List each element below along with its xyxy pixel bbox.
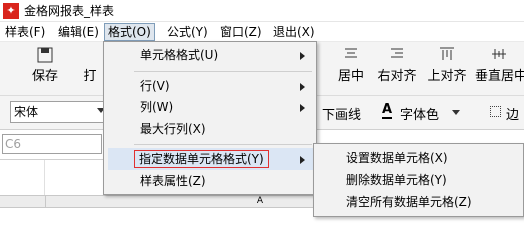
menu-item-label: 行(V)	[140, 79, 170, 93]
center-align-button[interactable]: 居中	[330, 42, 372, 94]
menu-item-delete-data-cell[interactable]: 删除数据单元格(Y)	[318, 169, 521, 191]
right-align-icon	[391, 48, 403, 58]
vertical-center-label: 垂直居中	[475, 69, 524, 84]
save-label: 保存	[31, 69, 58, 84]
vertical-center-icon	[491, 49, 506, 59]
menu-edit[interactable]: 编辑(E)	[55, 23, 102, 41]
save-icon	[37, 47, 53, 63]
top-align-icon	[440, 47, 454, 60]
chevron-right-icon	[300, 52, 305, 60]
menu-item-column[interactable]: 列(W)	[108, 96, 313, 118]
menu-item-max-rowcol[interactable]: 最大行列(X)	[108, 118, 313, 140]
font-select-value: 宋体	[14, 105, 39, 119]
menu-item-cell-format[interactable]: 单元格格式(U)	[108, 44, 313, 66]
format-menu-dropdown: 单元格格式(U) 行(V) 列(W) 最大行列(X) 指定数据单元格格式(Y) …	[103, 41, 317, 195]
menu-item-label: 指定数据单元格格式(Y)	[134, 150, 269, 168]
menu-item-clear-all-data-cells[interactable]: 清空所有数据单元格(Z)	[318, 191, 521, 213]
print-button[interactable]: 打	[78, 42, 102, 94]
font-color-button[interactable]: A 字体色	[380, 102, 466, 124]
data-cell-submenu: 设置数据单元格(X) 删除数据单元格(Y) 清空所有数据单元格(Z)	[313, 143, 524, 217]
menu-item-label: 列(W)	[140, 100, 174, 114]
menu-bar: 样表(F) 编辑(E) 格式(O) 公式(Y) 窗口(Z) 退出(X)	[0, 22, 524, 42]
chevron-down-icon	[452, 110, 460, 115]
border-icon	[490, 106, 501, 117]
top-align-label: 上对齐	[427, 69, 467, 84]
border-button[interactable]: 边	[486, 102, 524, 124]
title-bar: ✦ 金格网报表_样表	[0, 0, 524, 22]
print-label: 打	[83, 69, 97, 84]
chevron-right-icon	[300, 83, 305, 91]
top-align-button[interactable]: 上对齐	[423, 42, 471, 94]
menu-item-row[interactable]: 行(V)	[108, 75, 313, 97]
menu-formula[interactable]: 公式(Y)	[164, 23, 211, 41]
save-button[interactable]: 保存	[22, 42, 68, 94]
menu-exit[interactable]: 退出(X)	[270, 23, 318, 41]
font-color-label: 字体色	[400, 108, 440, 123]
border-label: 边	[506, 108, 520, 123]
menu-format[interactable]: 格式(O)	[104, 23, 155, 41]
vertical-center-button[interactable]: 垂直居中	[473, 42, 524, 94]
menu-item-label: 单元格格式(U)	[140, 48, 219, 62]
font-color-icon: A	[382, 102, 393, 119]
menu-item-label: 最大行列(X)	[140, 122, 206, 136]
chevron-right-icon	[300, 156, 305, 164]
menu-window[interactable]: 窗口(Z)	[217, 23, 265, 41]
center-align-icon	[345, 48, 357, 58]
font-select[interactable]: 宋体	[10, 101, 108, 123]
right-align-button[interactable]: 右对齐	[373, 42, 421, 94]
chevron-right-icon	[300, 104, 305, 112]
grid-corner	[0, 160, 45, 195]
menu-separator	[134, 144, 312, 145]
menu-item-set-data-cell[interactable]: 设置数据单元格(X)	[318, 147, 521, 169]
menu-sheet[interactable]: 样表(F)	[2, 23, 48, 41]
right-align-label: 右对齐	[377, 69, 417, 84]
underline-button[interactable]: 下画线	[322, 104, 361, 123]
center-align-label: 居中	[337, 69, 364, 84]
menu-separator	[134, 71, 312, 72]
window-title: 金格网报表_样表	[24, 4, 115, 18]
menu-item-label: 样表属性(Z)	[140, 174, 206, 188]
menu-item-sheet-properties[interactable]: 样表属性(Z)	[108, 170, 313, 192]
menu-item-assign-data-cell[interactable]: 指定数据单元格格式(Y)	[108, 148, 313, 170]
app-logo-icon: ✦	[3, 3, 19, 19]
name-box[interactable]: C6	[2, 134, 102, 154]
